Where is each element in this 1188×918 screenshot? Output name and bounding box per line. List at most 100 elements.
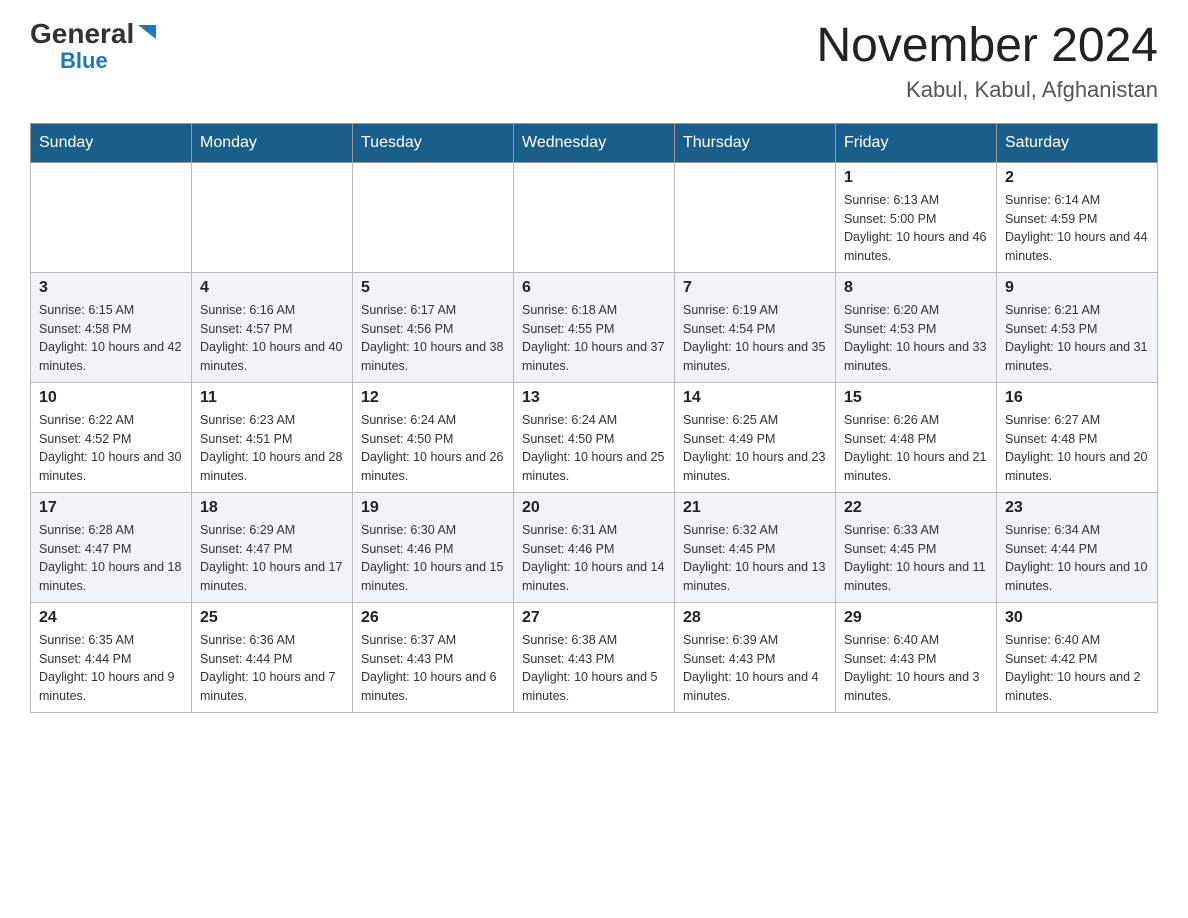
day-number: 24 [39, 609, 183, 627]
calendar-cell [31, 162, 192, 272]
day-info: Sunrise: 6:22 AMSunset: 4:52 PMDaylight:… [39, 411, 183, 486]
day-number: 27 [522, 609, 666, 627]
day-info: Sunrise: 6:16 AMSunset: 4:57 PMDaylight:… [200, 301, 344, 376]
logo-triangle-icon [136, 21, 158, 43]
calendar-cell: 2 Sunrise: 6:14 AMSunset: 4:59 PMDaylight… [997, 162, 1158, 272]
calendar-cell: 29Sunrise: 6:40 AMSunset: 4:43 PMDayligh… [836, 602, 997, 712]
calendar-cell: 19Sunrise: 6:30 AMSunset: 4:46 PMDayligh… [353, 492, 514, 602]
day-info: Sunrise: 6:36 AMSunset: 4:44 PMDaylight:… [200, 631, 344, 706]
day-info: Sunrise: 6:24 AMSunset: 4:50 PMDaylight:… [522, 411, 666, 486]
calendar-cell: 24 Sunrise: 6:35 AMSunset: 4:44 PMDayligh… [31, 602, 192, 712]
calendar-cell: 17 Sunrise: 6:28 AMSunset: 4:47 PMDayligh… [31, 492, 192, 602]
calendar-week-row: 1 Sunrise: 6:13 AMSunset: 5:00 PMDaylight… [31, 162, 1158, 272]
calendar-cell: 18 Sunrise: 6:29 AMSunset: 4:47 PMDayligh… [192, 492, 353, 602]
calendar-cell: 22 Sunrise: 6:33 AMSunset: 4:45 PMDayligh… [836, 492, 997, 602]
calendar-cell: 23Sunrise: 6:34 AMSunset: 4:44 PMDayligh… [997, 492, 1158, 602]
calendar-cell: 14 Sunrise: 6:25 AMSunset: 4:49 PMDayligh… [675, 382, 836, 492]
day-number: 7 [683, 279, 827, 297]
calendar-header-row: SundayMondayTuesdayWednesdayThursdayFrid… [31, 123, 1158, 162]
calendar-cell: 27Sunrise: 6:38 AMSunset: 4:43 PMDayligh… [514, 602, 675, 712]
page-header: General Blue November 2024 Kabul, Kabul,… [30, 20, 1158, 103]
calendar-day-header: Monday [192, 123, 353, 162]
calendar-cell: 3 Sunrise: 6:15 AMSunset: 4:58 PMDaylight… [31, 272, 192, 382]
day-info: Sunrise: 6:24 AMSunset: 4:50 PMDaylight:… [361, 411, 505, 486]
day-info: Sunrise: 6:15 AMSunset: 4:58 PMDaylight:… [39, 301, 183, 376]
day-number: 11 [200, 389, 344, 407]
day-number: 23 [1005, 499, 1149, 517]
day-info: Sunrise: 6:33 AMSunset: 4:45 PMDaylight:… [844, 521, 988, 596]
calendar-cell: 28Sunrise: 6:39 AMSunset: 4:43 PMDayligh… [675, 602, 836, 712]
day-number: 1 [844, 169, 988, 187]
calendar-cell: 16Sunrise: 6:27 AMSunset: 4:48 PMDayligh… [997, 382, 1158, 492]
day-number: 9 [1005, 279, 1149, 297]
calendar-day-header: Tuesday [353, 123, 514, 162]
day-info: Sunrise: 6:14 AMSunset: 4:59 PMDaylight:… [1005, 191, 1149, 266]
calendar-week-row: 24 Sunrise: 6:35 AMSunset: 4:44 PMDayligh… [31, 602, 1158, 712]
day-number: 18 [200, 499, 344, 517]
day-number: 10 [39, 389, 183, 407]
day-number: 13 [522, 389, 666, 407]
calendar-cell: 20 Sunrise: 6:31 AMSunset: 4:46 PMDayligh… [514, 492, 675, 602]
day-number: 22 [844, 499, 988, 517]
day-number: 21 [683, 499, 827, 517]
logo-blue-text: Blue [60, 48, 108, 74]
day-number: 5 [361, 279, 505, 297]
day-info: Sunrise: 6:39 AMSunset: 4:43 PMDaylight:… [683, 631, 827, 706]
logo-general-text: General [30, 20, 134, 48]
calendar-cell: 6 Sunrise: 6:18 AMSunset: 4:55 PMDaylight… [514, 272, 675, 382]
day-info: Sunrise: 6:18 AMSunset: 4:55 PMDaylight:… [522, 301, 666, 376]
day-number: 12 [361, 389, 505, 407]
calendar-cell [675, 162, 836, 272]
calendar-week-row: 10 Sunrise: 6:22 AMSunset: 4:52 PMDayligh… [31, 382, 1158, 492]
day-info: Sunrise: 6:32 AMSunset: 4:45 PMDaylight:… [683, 521, 827, 596]
day-number: 17 [39, 499, 183, 517]
title-section: November 2024 Kabul, Kabul, Afghanistan [816, 20, 1158, 103]
location-text: Kabul, Kabul, Afghanistan [816, 77, 1158, 103]
calendar-cell: 15 Sunrise: 6:26 AMSunset: 4:48 PMDayligh… [836, 382, 997, 492]
calendar-cell: 9 Sunrise: 6:21 AMSunset: 4:53 PMDaylight… [997, 272, 1158, 382]
day-info: Sunrise: 6:35 AMSunset: 4:44 PMDaylight:… [39, 631, 183, 706]
day-number: 6 [522, 279, 666, 297]
day-number: 3 [39, 279, 183, 297]
calendar-day-header: Sunday [31, 123, 192, 162]
calendar-cell: 7 Sunrise: 6:19 AMSunset: 4:54 PMDaylight… [675, 272, 836, 382]
day-info: Sunrise: 6:37 AMSunset: 4:43 PMDaylight:… [361, 631, 505, 706]
day-info: Sunrise: 6:40 AMSunset: 4:42 PMDaylight:… [1005, 631, 1149, 706]
day-info: Sunrise: 6:17 AMSunset: 4:56 PMDaylight:… [361, 301, 505, 376]
day-info: Sunrise: 6:27 AMSunset: 4:48 PMDaylight:… [1005, 411, 1149, 486]
calendar-cell [353, 162, 514, 272]
calendar-cell: 11Sunrise: 6:23 AMSunset: 4:51 PMDayligh… [192, 382, 353, 492]
calendar-day-header: Thursday [675, 123, 836, 162]
day-info: Sunrise: 6:25 AMSunset: 4:49 PMDaylight:… [683, 411, 827, 486]
calendar-cell: 1 Sunrise: 6:13 AMSunset: 5:00 PMDaylight… [836, 162, 997, 272]
calendar-cell: 26 Sunrise: 6:37 AMSunset: 4:43 PMDayligh… [353, 602, 514, 712]
day-number: 2 [1005, 169, 1149, 187]
month-title: November 2024 [816, 20, 1158, 73]
day-number: 26 [361, 609, 505, 627]
day-number: 15 [844, 389, 988, 407]
day-number: 20 [522, 499, 666, 517]
day-info: Sunrise: 6:19 AMSunset: 4:54 PMDaylight:… [683, 301, 827, 376]
calendar-cell [192, 162, 353, 272]
calendar-week-row: 17 Sunrise: 6:28 AMSunset: 4:47 PMDayligh… [31, 492, 1158, 602]
day-info: Sunrise: 6:28 AMSunset: 4:47 PMDaylight:… [39, 521, 183, 596]
calendar-cell: 12 Sunrise: 6:24 AMSunset: 4:50 PMDayligh… [353, 382, 514, 492]
calendar-cell: 8Sunrise: 6:20 AMSunset: 4:53 PMDaylight… [836, 272, 997, 382]
calendar-week-row: 3 Sunrise: 6:15 AMSunset: 4:58 PMDaylight… [31, 272, 1158, 382]
calendar-cell: 30Sunrise: 6:40 AMSunset: 4:42 PMDayligh… [997, 602, 1158, 712]
day-info: Sunrise: 6:26 AMSunset: 4:48 PMDaylight:… [844, 411, 988, 486]
calendar-day-header: Wednesday [514, 123, 675, 162]
logo: General Blue [30, 20, 158, 74]
day-info: Sunrise: 6:29 AMSunset: 4:47 PMDaylight:… [200, 521, 344, 596]
day-info: Sunrise: 6:13 AMSunset: 5:00 PMDaylight:… [844, 191, 988, 266]
day-info: Sunrise: 6:31 AMSunset: 4:46 PMDaylight:… [522, 521, 666, 596]
day-info: Sunrise: 6:40 AMSunset: 4:43 PMDaylight:… [844, 631, 988, 706]
day-number: 19 [361, 499, 505, 517]
day-info: Sunrise: 6:21 AMSunset: 4:53 PMDaylight:… [1005, 301, 1149, 376]
calendar-table: SundayMondayTuesdayWednesdayThursdayFrid… [30, 123, 1158, 713]
calendar-day-header: Friday [836, 123, 997, 162]
calendar-cell [514, 162, 675, 272]
day-number: 4 [200, 279, 344, 297]
day-number: 14 [683, 389, 827, 407]
calendar-cell: 10 Sunrise: 6:22 AMSunset: 4:52 PMDayligh… [31, 382, 192, 492]
